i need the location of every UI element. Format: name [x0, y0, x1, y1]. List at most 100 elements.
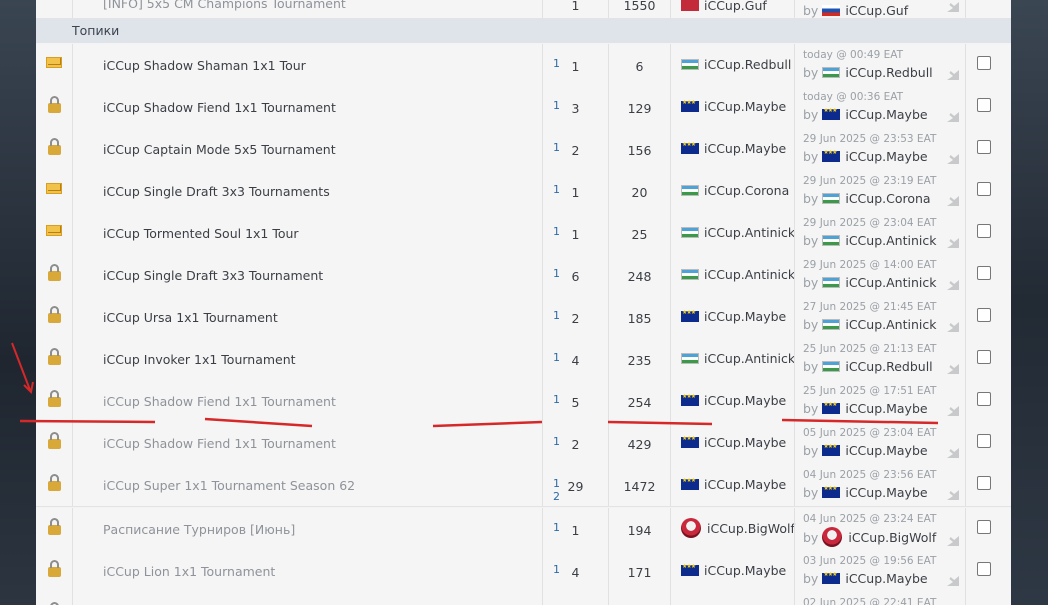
table-row[interactable]: [INFO] 5x5 CM Champions Tournament 1 155… [36, 0, 1011, 19]
flag-icon [681, 141, 699, 154]
last-post-author[interactable]: iCCup.Antinick [845, 317, 936, 332]
topic-title[interactable]: Расписание Турниров [Июнь] [103, 522, 295, 537]
author-link[interactable]: iCCup.Maybe [704, 563, 786, 578]
last-post-author[interactable]: iCCup.Maybe [845, 485, 927, 500]
views-count: 235 [627, 353, 652, 368]
jump-to-post-icon[interactable] [947, 2, 959, 12]
author-link[interactable]: iCCup.Corona [704, 183, 789, 198]
jump-to-post-icon[interactable] [947, 196, 959, 206]
topic-title[interactable]: iCCup Captain Mode 5x5 Tournament [103, 142, 336, 157]
topic-title[interactable]: iCCup Single Draft 3x3 Tournaments [103, 184, 330, 199]
select-checkbox[interactable] [977, 56, 991, 70]
table-row[interactable]: iCCup Shadow Fiend 1x1 Tournament15254iC… [36, 380, 1011, 423]
topic-title[interactable]: iCCup Ursa 1x1 Tournament [103, 310, 278, 325]
views-count: 171 [627, 565, 652, 580]
last-post-time: 03 Jun 2025 @ 19:56 EAT [803, 555, 937, 567]
topic-title[interactable]: iCCup Single Draft 3x3 Tournament [103, 268, 323, 283]
topic-title[interactable]: iCCup Tormented Soul 1x1 Tour [103, 226, 299, 241]
select-checkbox[interactable] [977, 350, 991, 364]
jump-to-post-icon[interactable] [947, 576, 959, 586]
replies-count: 2 [571, 143, 580, 158]
select-checkbox[interactable] [977, 224, 991, 238]
author-link[interactable]: iCCup.Antinick [704, 225, 795, 240]
select-checkbox[interactable] [977, 266, 991, 280]
author-link[interactable]: iCCup.Maybe [704, 99, 786, 114]
author-link[interactable]: iCCup.Maybe [704, 477, 786, 492]
author-link[interactable]: iCCup.Maybe [704, 141, 786, 156]
topic-title[interactable]: iCCup Shadow Fiend 1x1 Tournament [103, 436, 336, 451]
last-post-author[interactable]: iCCup.Redbull [845, 359, 932, 374]
select-checkbox[interactable] [977, 182, 991, 196]
table-row[interactable]: iCCup Tormented Soul 1x1 Tour 1 1 25 iCCup.A… [36, 212, 1011, 255]
jump-to-post-icon[interactable] [947, 238, 959, 248]
table-row[interactable]: iCCup Shadow Fiend 1x1 Tournament13129iC… [36, 86, 1011, 129]
jump-to-post-icon[interactable] [947, 280, 959, 290]
topic-title[interactable]: iCCup Shadow Fiend 1x1 Tournament [103, 394, 336, 409]
author-link[interactable]: iCCup.Antinick [704, 351, 795, 366]
table-row[interactable]: Расписание Турниров [Июнь] 1 1 194 iCCup.Big… [36, 508, 1011, 553]
jump-to-post-icon[interactable] [947, 364, 959, 374]
table-row[interactable]: iCCup Single Draft 3x3 Tournaments 1 1 20 iC… [36, 170, 1011, 213]
select-checkbox[interactable] [977, 308, 991, 322]
views-count: 156 [627, 143, 652, 158]
jump-to-post-icon[interactable] [947, 406, 959, 416]
author-link[interactable]: iCCup.Maybe [704, 309, 786, 324]
last-post-author[interactable]: iCCup.Antinick [845, 275, 936, 290]
views-count: 1472 [623, 479, 656, 494]
flag-icon [822, 485, 841, 498]
select-checkbox[interactable] [977, 434, 991, 448]
select-checkbox[interactable] [977, 98, 991, 112]
table-row[interactable]: iCCup Shadow Shaman 1x1 Tour 1 1 6 iCCup.Red… [36, 44, 1011, 87]
jump-to-post-icon[interactable] [947, 448, 959, 458]
last-post-time: today @ 00:36 EAT [803, 91, 904, 103]
author-link[interactable]: iCCup.Guf [704, 0, 767, 13]
author-link[interactable]: iCCup.BigWolf [707, 521, 795, 536]
topic-title[interactable]: iCCup Shadow Shaman 1x1 Tour [103, 58, 306, 73]
flag-icon [681, 435, 699, 448]
replies-count: 1 [571, 523, 580, 538]
last-post-author[interactable]: iCCup.Antinick [845, 233, 936, 248]
select-checkbox[interactable] [977, 562, 991, 576]
last-post-author[interactable]: iCCup.Redbull [845, 65, 932, 80]
flag-icon [822, 571, 841, 584]
author-link[interactable]: iCCup.Antinick [704, 267, 795, 282]
replies-count: 29 [567, 479, 584, 494]
jump-to-post-icon[interactable] [947, 322, 959, 332]
topic-title[interactable]: iCCup Shadow Fiend 1x1 Tournament [103, 100, 336, 115]
author-link[interactable]: iCCup.Maybe [704, 393, 786, 408]
select-checkbox[interactable] [977, 520, 991, 534]
last-post-time: 25 Jun 2025 @ 17:51 EAT [803, 385, 937, 397]
table-row[interactable]: iCCup Ursa 1x1 Tournament12185iCCup.Mayb… [36, 296, 1011, 339]
last-post-author[interactable]: iCCup.Maybe [845, 443, 927, 458]
last-post-author[interactable]: iCCup.Guf [845, 3, 908, 18]
table-row[interactable]: iCCup Invoker 1x1 Tournament 1 4 235 iCCup.A… [36, 338, 1011, 381]
jump-to-post-icon[interactable] [947, 112, 959, 122]
last-post-author[interactable]: iCCup.Maybe [845, 401, 927, 416]
last-post-author[interactable]: iCCup.BigWolf [848, 530, 936, 545]
table-row[interactable]: iCCup Lion 1x1 Tournament14171iCCup.Mayb… [36, 550, 1011, 593]
topic-title[interactable]: iCCup Lion 1x1 Tournament [103, 564, 275, 579]
replies-count: 6 [571, 269, 580, 284]
topic-title[interactable]: [INFO] 5x5 CM Champions Tournament [103, 0, 346, 11]
jump-to-post-icon[interactable] [947, 70, 959, 80]
jump-to-post-icon[interactable] [947, 536, 959, 546]
last-post-author[interactable]: iCCup.Corona [845, 191, 930, 206]
select-checkbox[interactable] [977, 140, 991, 154]
select-checkbox[interactable] [977, 392, 991, 406]
table-row[interactable]: iCCup Captain Mode 5x5 Tournament12156iC… [36, 128, 1011, 171]
jump-to-post-icon[interactable] [947, 154, 959, 164]
last-post-author[interactable]: iCCup.Maybe [845, 107, 927, 122]
author-link[interactable]: iCCup.Redbull [704, 57, 791, 72]
last-post-author[interactable]: iCCup.Maybe [845, 149, 927, 164]
table-row[interactable]: iCCup Super 1x1 Tournament Season 62 1 22… [36, 464, 1011, 507]
last-post-author[interactable]: iCCup.Maybe [845, 571, 927, 586]
table-row[interactable]: 02 Jun 2025 @ 22:41 EAT [36, 592, 1011, 605]
table-row[interactable]: iCCup Shadow Fiend 1x1 Tournament12429iC… [36, 422, 1011, 465]
table-row[interactable]: iCCup Single Draft 3x3 Tournament 1 6 248 iC… [36, 254, 1011, 297]
topic-title[interactable]: iCCup Super 1x1 Tournament Season 62 [103, 478, 355, 493]
views-count: 254 [627, 395, 652, 410]
select-checkbox[interactable] [977, 476, 991, 490]
topic-title[interactable]: iCCup Invoker 1x1 Tournament [103, 352, 296, 367]
author-link[interactable]: iCCup.Maybe [704, 435, 786, 450]
jump-to-post-icon[interactable] [947, 490, 959, 500]
